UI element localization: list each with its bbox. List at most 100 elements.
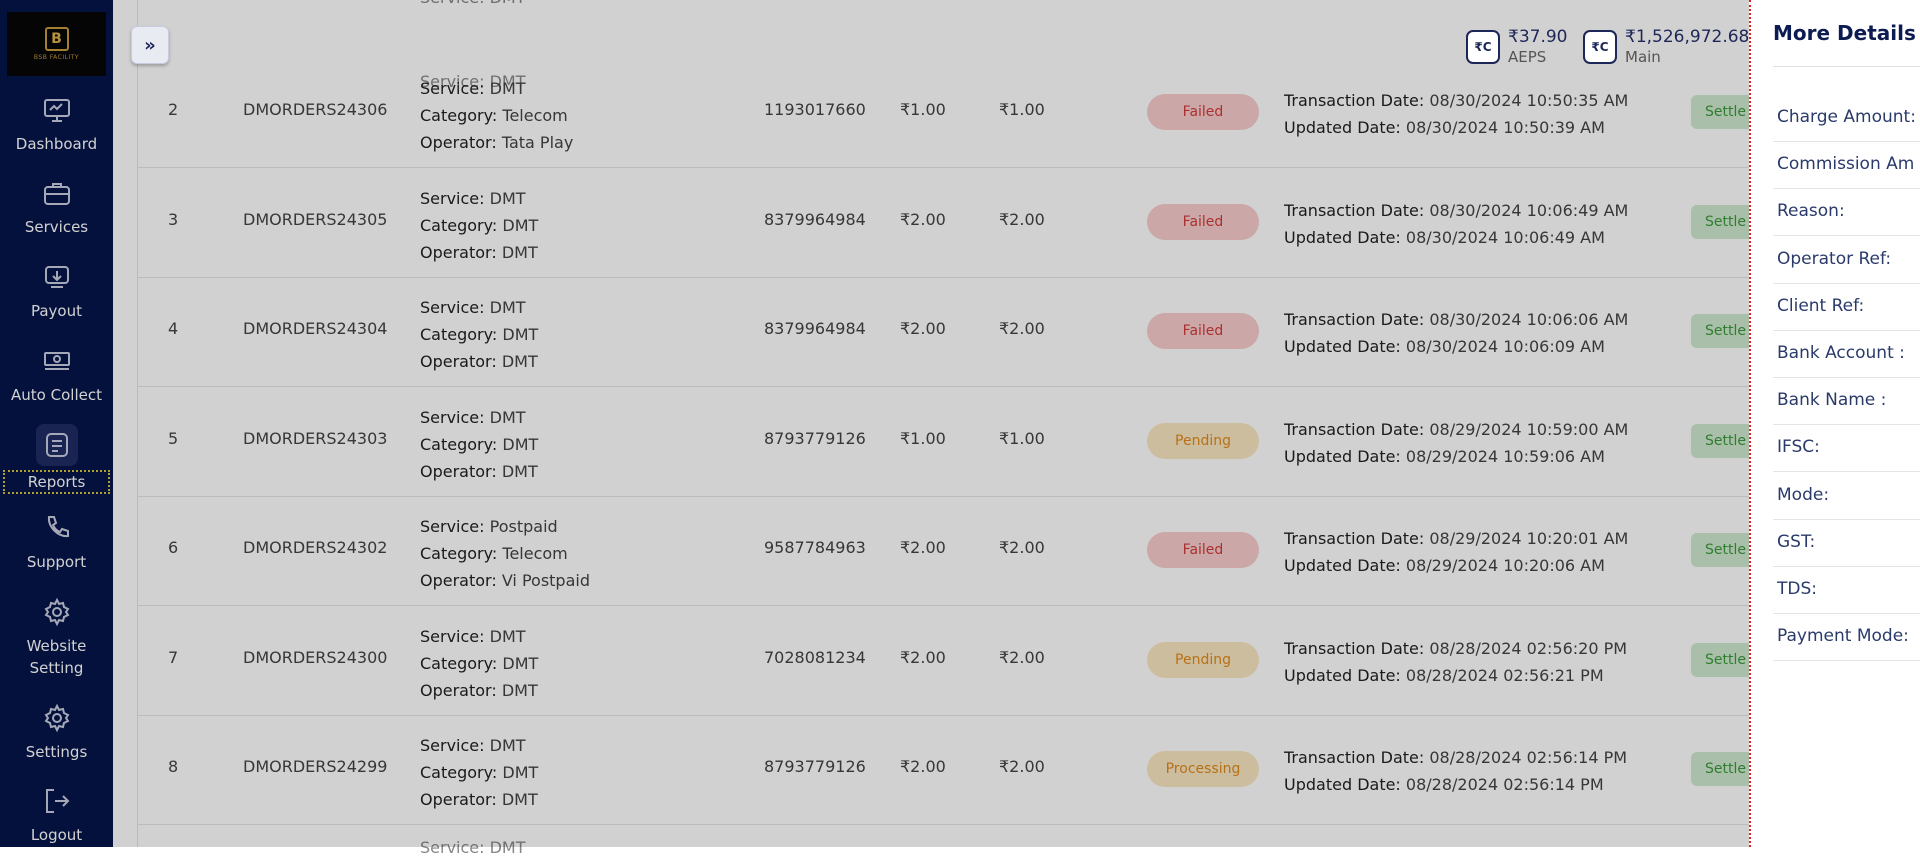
category-value: DMT [502, 435, 539, 454]
service-details: Service: DMT Category: Telecom Operator: T… [420, 75, 573, 156]
amount: ₹2.00 [900, 538, 946, 557]
date-details: Transaction Date: 08/30/2024 10:50:35 AM… [1284, 87, 1628, 141]
txn-date-key: Transaction Date: [1284, 91, 1425, 110]
drawer-title: More Details [1773, 21, 1916, 45]
sidebar-item-dashboard[interactable]: Dashboard [0, 95, 113, 155]
detail-field: Client Ref: [1773, 283, 1920, 331]
partial-row-bottom: Service: DMT [420, 838, 526, 857]
detail-field: Bank Name : [1773, 377, 1920, 425]
service-value: DMT [489, 189, 526, 208]
status-badge: Pending [1147, 423, 1259, 459]
net-amount: ₹1.00 [999, 429, 1045, 448]
customer-number: 7028081234 [764, 648, 866, 667]
table-row[interactable]: 4 DMORDERS24304 Service: DMT Category: DMT O… [138, 277, 1920, 387]
service-key: Service: [420, 189, 485, 208]
sidebar-item-auto-collect[interactable]: Auto Collect [0, 346, 113, 406]
row-number: 6 [168, 538, 179, 557]
txn-date-key: Transaction Date: [1284, 420, 1425, 439]
detail-field-label: TDS: [1777, 579, 1817, 599]
category-key: Category: [420, 544, 498, 563]
status-badge: Failed [1147, 204, 1259, 240]
wallet-icon: ₹C [1583, 30, 1617, 64]
upd-date-value: 08/29/2024 10:59:06 AM [1405, 447, 1605, 466]
order-id: DMORDERS24305 [243, 210, 388, 229]
brand-logo[interactable]: B BSB FACILITY [7, 12, 106, 76]
sidebar-item-payout[interactable]: Payout [0, 262, 113, 322]
operator-key: Operator: [420, 571, 497, 590]
status-badge: Failed [1147, 532, 1259, 568]
status-badge: Pending [1147, 642, 1259, 678]
service-key: Service: [420, 79, 485, 98]
sidebar-item-services[interactable]: Services [0, 178, 113, 238]
service-value: DMT [489, 627, 526, 646]
date-details: Transaction Date: 08/29/2024 10:20:01 AM… [1284, 525, 1628, 579]
logo-mark: B [44, 27, 69, 51]
wallet-label: Main [1625, 48, 1661, 66]
net-amount: ₹2.00 [999, 538, 1045, 557]
wallet-amount: ₹1,526,972.68 [1625, 27, 1750, 47]
service-value: DMT [489, 79, 526, 98]
service-value: Postpaid [489, 517, 558, 536]
service-key: Service: [420, 627, 485, 646]
amount: ₹1.00 [900, 429, 946, 448]
table-row[interactable]: 6 DMORDERS24302 Service: Postpaid Category:… [138, 496, 1920, 606]
net-amount: ₹2.00 [999, 757, 1045, 776]
status-badge: Failed [1147, 94, 1259, 130]
category-key: Category: [420, 106, 498, 125]
sidebar-item-support[interactable]: Support [0, 513, 113, 573]
wallet-main[interactable]: ₹C ₹1,526,972.68 Main [1583, 26, 1749, 66]
table-row[interactable]: 2 DMORDERS24306 Service: DMT Category: Tele… [138, 58, 1920, 168]
sidebar-item-logout[interactable]: Logout [0, 786, 113, 846]
row-number: 4 [168, 319, 179, 338]
table-row[interactable]: 7 DMORDERS24300 Service: DMT Category: DMT O… [138, 606, 1920, 716]
service-details: Service: DMT Category: DMT Operator: DMT [420, 623, 538, 704]
logo-subtitle: BSB FACILITY [33, 54, 80, 61]
sidebar-item-settings[interactable]: Settings [0, 703, 113, 763]
category-key: Category: [420, 763, 498, 782]
sidebar-item-website-setting[interactable]: Website Setting [0, 597, 113, 679]
category-value: DMT [502, 216, 539, 235]
status-text: Pending [1147, 642, 1259, 678]
cash-icon [43, 352, 70, 370]
operator-value: DMT [501, 681, 538, 700]
upd-date-key: Updated Date: [1284, 337, 1401, 356]
row-number: 2 [168, 100, 179, 119]
expand-sidebar-button[interactable]: » [131, 26, 169, 64]
upd-date-key: Updated Date: [1284, 118, 1401, 137]
category-value: DMT [502, 325, 539, 344]
table-row[interactable]: 5 DMORDERS24303 Service: DMT Category: DMT O… [138, 387, 1920, 497]
operator-value: Tata Play [501, 133, 574, 152]
detail-field-label: GST: [1777, 532, 1816, 552]
phone-icon [47, 516, 69, 538]
operator-key: Operator: [420, 133, 497, 152]
date-details: Transaction Date: 08/28/2024 02:56:14 PM… [1284, 744, 1627, 798]
detail-field: Payment Mode: [1773, 613, 1920, 661]
txn-date-key: Transaction Date: [1284, 201, 1425, 220]
main-content: Service: DMT Service: DMT 2 DMORDERS24306… [113, 0, 1920, 857]
customer-number: 8379964984 [764, 210, 866, 229]
operator-key: Operator: [420, 681, 497, 700]
order-id: DMORDERS24303 [243, 429, 388, 448]
detail-field: Bank Account : [1773, 330, 1920, 378]
reports-icon-wrap [35, 424, 78, 466]
payout-icon [44, 266, 69, 288]
service-value: DMT [489, 408, 526, 427]
service-details: Service: DMT Category: DMT Operator: DMT [420, 404, 538, 485]
txn-date-value: 08/30/2024 10:50:35 AM [1429, 91, 1629, 110]
sidebar-item-label: Reports [3, 470, 110, 494]
service-key: Service: [420, 517, 485, 536]
wallet-aeps[interactable]: ₹C ₹37.90 AEPS [1466, 26, 1567, 66]
sidebar-item-label: Settings [25, 743, 88, 761]
service-value: DMT [489, 298, 526, 317]
service-details: Service: Postpaid Category: Telecom Operat… [420, 513, 590, 594]
amount: ₹2.00 [900, 319, 946, 338]
upd-date-value: 08/28/2024 02:56:14 PM [1405, 775, 1604, 794]
date-details: Transaction Date: 08/30/2024 10:06:06 AM… [1284, 306, 1628, 360]
detail-field-label: Operator Ref: [1777, 249, 1892, 269]
order-id: DMORDERS24300 [243, 648, 388, 667]
sidebar-item-reports[interactable]: Reports [0, 424, 113, 494]
partial-row-top: Service: DMT [420, 0, 526, 7]
table-row[interactable]: 8 DMORDERS24299 Service: DMT Category: DMT O… [138, 715, 1920, 825]
category-value: DMT [502, 763, 539, 782]
table-row[interactable]: 3 DMORDERS24305 Service: DMT Category: DMT O… [138, 168, 1920, 278]
